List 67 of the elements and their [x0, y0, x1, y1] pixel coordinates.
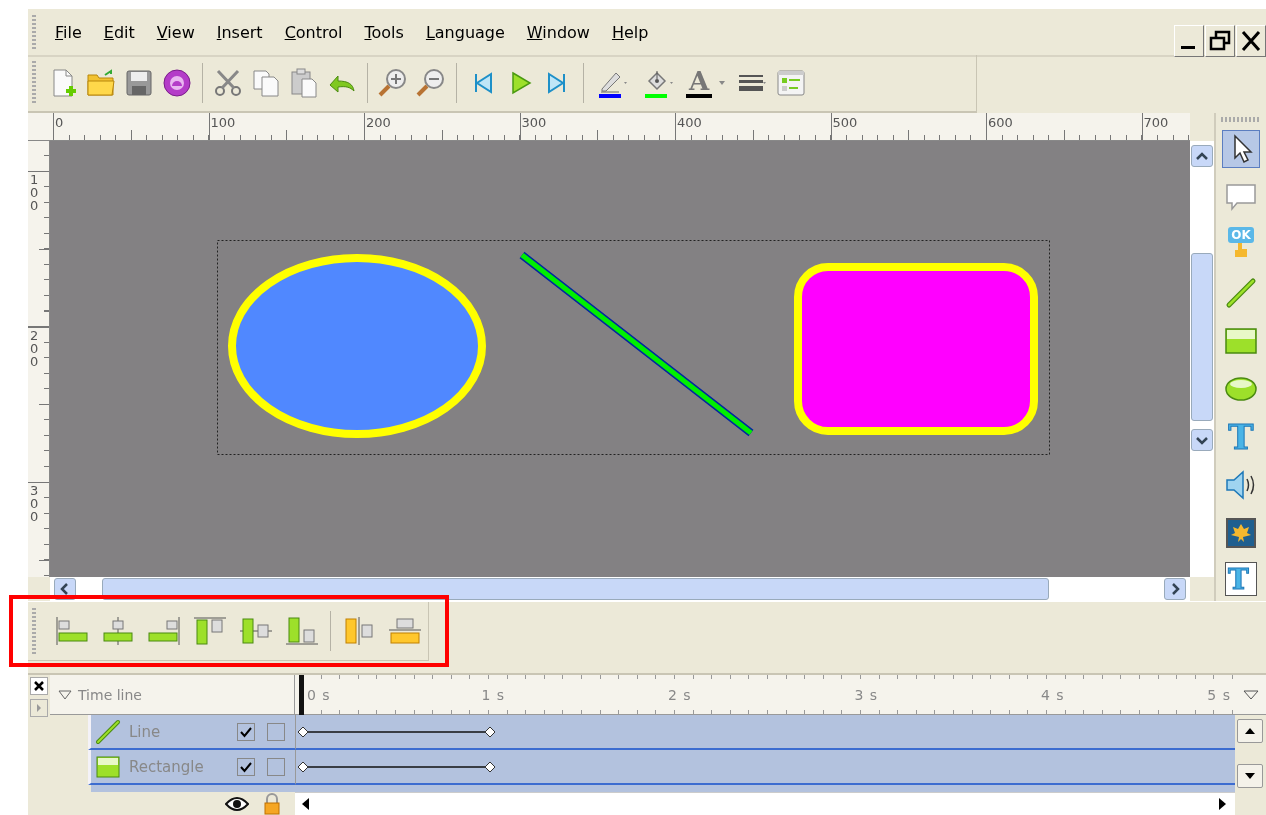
menu-item[interactable]: File [53, 20, 84, 44]
menu-item[interactable]: Language [423, 20, 507, 44]
align-top-icon[interactable] [192, 615, 228, 647]
scroll-left-button[interactable] [301, 798, 311, 810]
menu-item[interactable]: Window [524, 20, 592, 44]
scroll-up-button[interactable] [1191, 145, 1213, 167]
hand-icon [1233, 243, 1249, 257]
align-bottom-icon[interactable] [284, 615, 320, 647]
pointer-icon[interactable] [1222, 130, 1260, 168]
close-icon[interactable] [30, 677, 48, 695]
copy-icon[interactable] [250, 67, 282, 99]
align-middle-icon[interactable] [238, 615, 274, 647]
align-right-icon[interactable] [146, 615, 182, 647]
ruler-label: 0 [55, 116, 64, 129]
distribute-vertical-icon[interactable] [387, 615, 423, 647]
padlock-icon[interactable] [263, 792, 281, 815]
timeline-title: Time line [78, 686, 142, 703]
menu-item[interactable]: Insert [214, 20, 265, 44]
time-label: 5 s [1207, 687, 1231, 703]
zoom-out-icon[interactable] [415, 67, 447, 99]
lock-checkbox[interactable] [267, 722, 285, 741]
eye-icon[interactable] [225, 794, 249, 813]
timeline-menu-icon[interactable] [1242, 688, 1259, 701]
ruler-label: 100 [210, 116, 236, 129]
line-layer-icon [95, 718, 121, 745]
time-label: 0 s [307, 687, 331, 703]
arrow-down-icon [1245, 773, 1255, 779]
scroll-up-button[interactable] [1237, 719, 1263, 743]
minimize-icon[interactable] [1174, 25, 1204, 57]
scroll-thumb[interactable] [1191, 253, 1213, 421]
collapse-triangle-icon[interactable] [58, 689, 72, 700]
ruler-label: 500 [832, 116, 858, 129]
restore-icon[interactable] [1205, 25, 1235, 57]
ruler-label: 200 [366, 116, 391, 129]
scroll-down-button[interactable] [1191, 429, 1213, 451]
time-label: 3 s [854, 687, 879, 703]
time-label: 1 s [481, 687, 506, 703]
dropdown-caret-icon[interactable] [719, 81, 726, 85]
time-label: 2 s [668, 687, 692, 703]
align-center-icon[interactable] [100, 615, 136, 647]
menu-item[interactable]: Edit [101, 20, 137, 44]
time-label: 4 s [1041, 687, 1065, 703]
scroll-thumb[interactable] [102, 578, 1049, 600]
properties-icon[interactable] [775, 67, 808, 99]
menu-item[interactable]: View [154, 20, 197, 44]
ruler-label: 600 [988, 116, 1013, 129]
arrow-up-icon [1245, 728, 1255, 734]
align-left-icon[interactable] [54, 615, 90, 647]
ruler-label: 700 [1143, 116, 1169, 129]
scissors-icon[interactable] [212, 67, 244, 99]
menu-item[interactable]: Control [282, 20, 345, 44]
disc-icon[interactable] [161, 67, 193, 99]
scroll-right-button[interactable] [1217, 798, 1227, 810]
text-color-button[interactable]: A [686, 68, 729, 98]
zoom-in-icon[interactable] [377, 67, 409, 99]
visibility-checkbox[interactable] [237, 722, 255, 741]
menu-item[interactable]: Tools [362, 20, 406, 44]
menu-item[interactable]: Help [609, 20, 651, 44]
scroll-down-button[interactable] [1237, 764, 1263, 788]
ruler-label: 300 [521, 116, 547, 129]
visibility-checkbox[interactable] [237, 757, 255, 776]
paste-icon[interactable] [288, 67, 320, 99]
lock-checkbox[interactable] [267, 757, 285, 776]
rectangle-layer-icon [95, 753, 121, 780]
ruler-label: 400 [677, 116, 702, 129]
folder-icon[interactable] [85, 67, 117, 99]
scroll-right-button[interactable] [1164, 578, 1186, 600]
